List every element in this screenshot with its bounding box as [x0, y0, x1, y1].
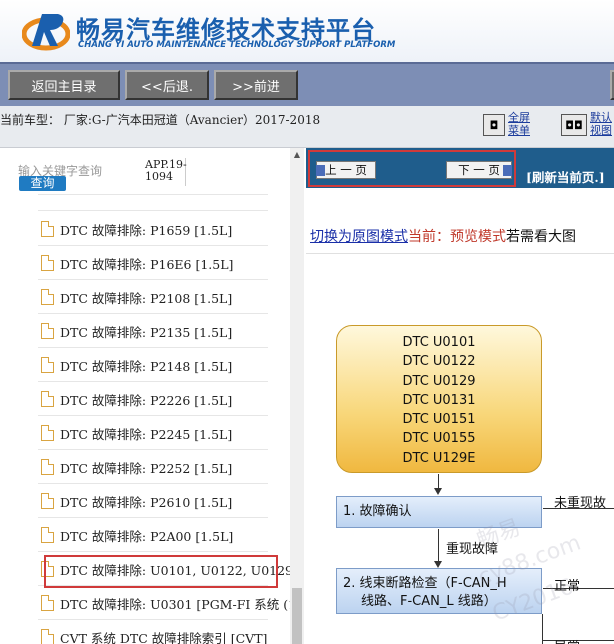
app-version-line-2: 1094 — [145, 170, 173, 183]
document-icon — [41, 425, 54, 441]
tree-item[interactable]: DTC 故障排除: P16E6 [1.5L] — [0, 246, 290, 280]
tree-item-label: DTC 故障排除: P2135 [1.5L] — [60, 324, 233, 340]
document-icon — [41, 255, 54, 271]
tree-item[interactable]: DTC 故障排除: P2108 [1.5L] — [0, 280, 290, 314]
dtc-code: DTC U0129 — [402, 373, 476, 389]
current-mode-label: 当前：预览模式 — [408, 229, 506, 245]
tree-item-label: DTC 故障排除: P2252 [1.5L] — [60, 460, 233, 476]
vehicle-info-bar: 当前车型： 厂家:G-广汽本田冠道（Avancier）2017-2018 ◘ 全… — [0, 106, 614, 148]
default-view-icon[interactable]: ◘◘ — [561, 114, 587, 136]
tree-item-label: DTC 故障排除: P2108 [1.5L] — [60, 290, 233, 306]
fullscreen-label-2: 菜单 — [508, 124, 530, 137]
document-icon — [41, 527, 54, 543]
tree-item[interactable]: CVT 系统 DTC 故障排除索引 [CVT] — [0, 620, 290, 644]
dtc-code: DTC U0155 — [402, 431, 476, 447]
fullscreen-label-1: 全屏 — [508, 111, 530, 124]
fullscreen-icon[interactable]: ◘ — [483, 114, 505, 136]
scroll-up-icon[interactable]: ▲ — [290, 150, 304, 162]
mode-hint-text: 若需看大图 — [506, 229, 576, 245]
abnormal-label: 异常 — [554, 636, 580, 644]
search-button[interactable]: 查询 — [19, 176, 66, 191]
tree-cut-divider — [38, 210, 268, 211]
page-nav-bar: 上 一 页 下 一 页 [刷新当前页.] — [306, 148, 614, 188]
document-icon — [41, 629, 54, 644]
tree-item-label: CVT 系统 DTC 故障排除索引 [CVT] — [60, 630, 268, 644]
tree-top-divider — [38, 194, 268, 195]
document-icon — [41, 221, 54, 237]
home-button[interactable]: 返回主目录 — [8, 70, 120, 100]
tree-item-label: DTC 故障排除: P2245 [1.5L] — [60, 426, 233, 442]
switch-original-mode-link[interactable]: 切换为原图模式 — [310, 229, 408, 245]
default-label-1: 默认 — [590, 111, 612, 124]
tree-item[interactable]: DTC 故障排除: P2226 [1.5L] — [0, 382, 290, 416]
tree-item[interactable]: DTC 故障排除: P2148 [1.5L] — [0, 348, 290, 382]
tree-item-label: DTC 故障排除: U0301 [PGM-FI 系统 (1.5 — [60, 596, 304, 612]
brand-subtitle: CHANG YI AUTO MAINTENANCE TECHNOLOGY SUP… — [78, 40, 396, 50]
content-divider — [306, 253, 614, 254]
highlight-page-nav — [308, 150, 516, 187]
document-icon — [41, 289, 54, 305]
default-label-2: 视图 — [590, 124, 612, 137]
tree-scrollbar[interactable]: ▲ — [290, 148, 304, 644]
tree-item[interactable]: DTC 故障排除: P2610 [1.5L] — [0, 484, 290, 518]
dtc-code: DTC U0131 — [402, 392, 476, 408]
document-icon — [41, 459, 54, 475]
tree-item[interactable]: DTC 故障排除: U0301 [PGM-FI 系统 (1.5 — [0, 586, 303, 620]
refresh-page-link[interactable]: [刷新当前页.] — [526, 167, 605, 186]
tree-item-label: DTC 故障排除: P16E6 [1.5L] — [60, 256, 234, 272]
app-version-label: APP.19- 1094 — [145, 159, 187, 183]
document-icon — [41, 595, 54, 611]
dtc-code-box: DTC U0101 DTC U0122 DTC U0129 DTC U0131 DTC … — [336, 325, 542, 473]
document-icon — [41, 391, 54, 407]
tree-item-label: DTC 故障排除: P2610 [1.5L] — [60, 494, 233, 510]
dtc-code: DTC U129E — [402, 450, 476, 466]
tree-item[interactable]: DTC 故障排除: P2252 [1.5L] — [0, 450, 290, 484]
scroll-thumb[interactable] — [292, 588, 302, 644]
tree-item[interactable]: DTC 故障排除: P1659 [1.5L] — [0, 212, 290, 246]
tree-item-label: DTC 故障排除: P1659 [1.5L] — [60, 222, 233, 238]
dtc-code: DTC U0122 — [402, 354, 476, 370]
flow-arrowhead-2 — [434, 561, 442, 568]
not-reproduced-label: 未重现故 — [554, 496, 607, 511]
forward-button[interactable]: >>前进 — [214, 70, 298, 100]
highlight-selected-item — [44, 555, 278, 588]
dtc-code: DTC U0151 — [402, 412, 476, 428]
nav-bar: 返回主目录 <<后退. >>前进 — [0, 62, 614, 106]
tree-item-label: DTC 故障排除: P2226 [1.5L] — [60, 392, 233, 408]
default-view-link[interactable]: 默认 视图 — [590, 111, 612, 137]
current-model-label: 当前车型： 厂家:G-广汽本田冠道（Avancier）2017-2018 — [0, 113, 321, 127]
brand-logo-icon — [22, 14, 70, 51]
view-mode-line: 切换为原图模式当前：预览模式若需看大图 — [310, 226, 576, 246]
flow-arrow-2 — [438, 529, 439, 565]
tree-item[interactable]: DTC 故障排除: P2135 [1.5L] — [0, 314, 290, 348]
document-view-panel: 上 一 页 下 一 页 [刷新当前页.] 切换为原图模式当前：预览模式若需看大图… — [306, 148, 614, 644]
nav-extra-button[interactable] — [610, 70, 614, 100]
document-icon — [41, 493, 54, 509]
fullscreen-menu-link[interactable]: 全屏 菜单 — [508, 111, 530, 137]
dtc-code: DTC U0101 — [402, 335, 476, 350]
tree-item-label: DTC 故障排除: P2A00 [1.5L] — [60, 528, 234, 544]
tree-item[interactable]: DTC 故障排除: P2245 [1.5L] — [0, 416, 290, 450]
tree-item-label: DTC 故障排除: P2148 [1.5L] — [60, 358, 233, 374]
flow-arrowhead-1 — [434, 488, 442, 495]
document-icon — [41, 357, 54, 373]
document-icon — [41, 323, 54, 339]
back-button[interactable]: <<后退. — [125, 70, 209, 100]
tree-item[interactable]: DTC 故障排除: P2A00 [1.5L] — [0, 518, 290, 552]
app-header: 畅易汽车维修技术支持平台 CHANG YI AUTO MAINTENANCE T… — [0, 0, 614, 62]
